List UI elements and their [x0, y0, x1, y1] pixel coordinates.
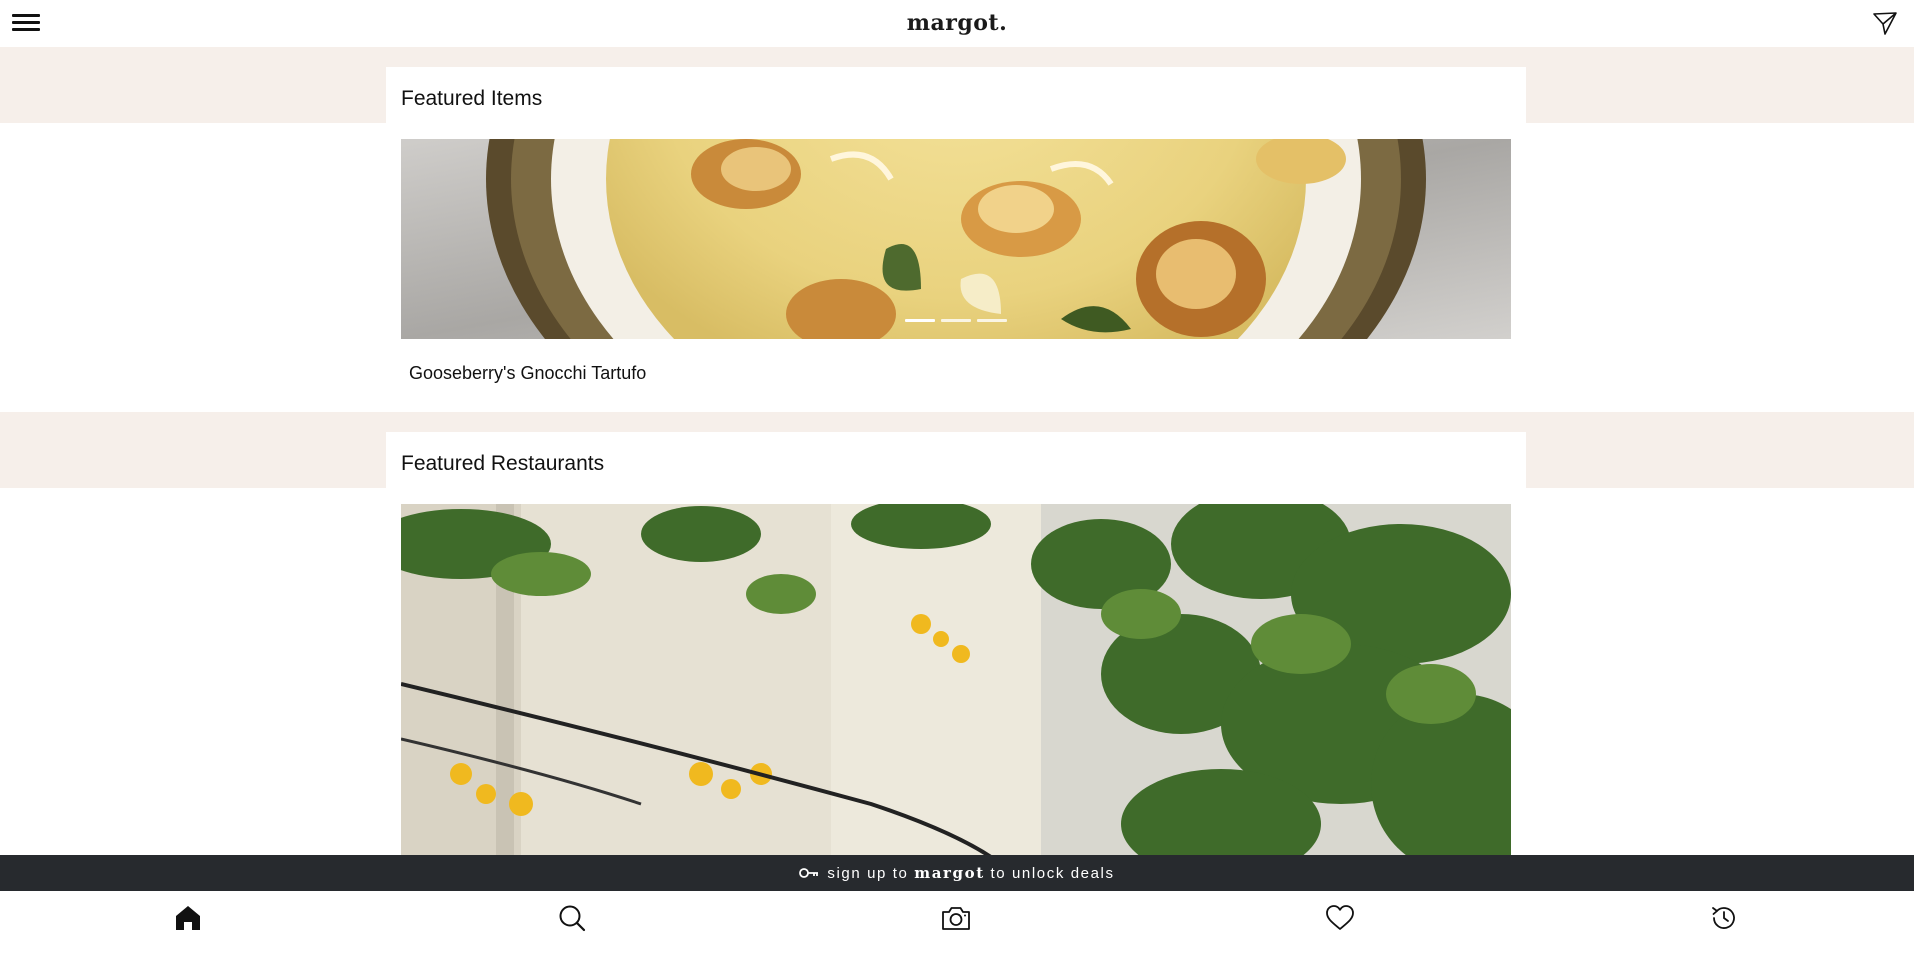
featured-restaurant-photo[interactable] [401, 504, 1511, 856]
gnocchi-dish-image [401, 139, 1511, 339]
top-bar: margot. [0, 0, 1914, 47]
promo-brand: margot [914, 864, 985, 882]
featured-items-title: Featured Items [401, 87, 543, 110]
promo-suffix: to unlock deals [990, 865, 1115, 882]
carousel-indicator[interactable] [401, 319, 1511, 322]
carousel-dot[interactable] [941, 319, 971, 322]
signup-promo-banner[interactable]: sign up to margot to unlock deals [0, 855, 1914, 891]
featured-restaurants-section: Featured Restaurants [386, 432, 1526, 856]
key-icon [799, 867, 819, 878]
promo-prefix: sign up to [827, 865, 909, 882]
search-icon[interactable] [557, 903, 587, 933]
home-icon[interactable] [173, 903, 203, 933]
send-icon[interactable] [1872, 10, 1898, 36]
heart-icon[interactable] [1325, 903, 1355, 933]
carousel-dot[interactable] [905, 319, 935, 322]
app-logo[interactable]: margot. [0, 10, 1914, 36]
carousel-dot[interactable] [977, 319, 1007, 322]
bottom-navigation [0, 891, 1914, 966]
featured-items-section: Featured Items Gooseberry's Gnocchi Tart… [386, 67, 1526, 412]
restaurant-facade-image [401, 504, 1511, 856]
featured-restaurants-title: Featured Restaurants [401, 452, 605, 475]
featured-item-name[interactable]: Gooseberry's Gnocchi Tartufo [409, 363, 646, 384]
featured-item-photo[interactable] [401, 139, 1511, 339]
camera-icon[interactable] [941, 903, 971, 933]
history-icon[interactable] [1709, 903, 1739, 933]
